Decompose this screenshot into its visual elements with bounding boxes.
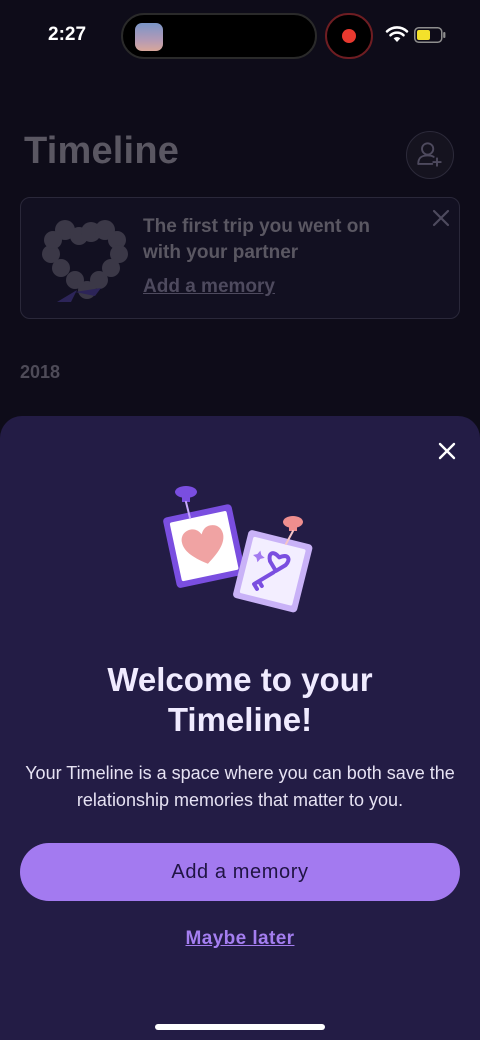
screen-thumbnail-icon [135, 23, 163, 51]
close-icon[interactable] [431, 208, 451, 228]
record-icon [342, 29, 356, 43]
home-indicator[interactable] [155, 1024, 325, 1030]
memory-prompt-card[interactable]: The first trip you went on with your par… [20, 197, 460, 319]
welcome-sheet: Welcome to your Timeline! Your Timeline … [0, 416, 480, 1040]
sheet-title: Welcome to your Timeline! [107, 661, 373, 738]
dynamic-island [121, 13, 317, 59]
timeline-page: Timeline The first trip you went on with… [0, 70, 480, 420]
maybe-later-link[interactable]: Maybe later [140, 928, 340, 950]
page-title: Timeline [24, 130, 180, 172]
add-partner-button[interactable] [406, 131, 454, 179]
prompt-text: The first trip you went on with your par… [143, 216, 370, 263]
status-bar: 2:27 [0, 0, 480, 70]
add-memory-button[interactable]: Add a memory [20, 843, 460, 901]
person-plus-icon [417, 142, 442, 167]
add-memory-link[interactable]: Add a memory [143, 276, 275, 298]
record-indicator[interactable] [325, 13, 373, 59]
heart-wreath-icon [42, 220, 128, 302]
close-icon[interactable] [434, 438, 460, 464]
battery-icon [414, 27, 446, 43]
pinned-photos-heart-key-icon [163, 486, 313, 613]
year-label: 2018 [20, 362, 61, 382]
status-time: 2:27 [48, 24, 87, 45]
sheet-description: Your Timeline is a space where you can b… [25, 763, 455, 810]
wifi-icon [385, 26, 409, 42]
